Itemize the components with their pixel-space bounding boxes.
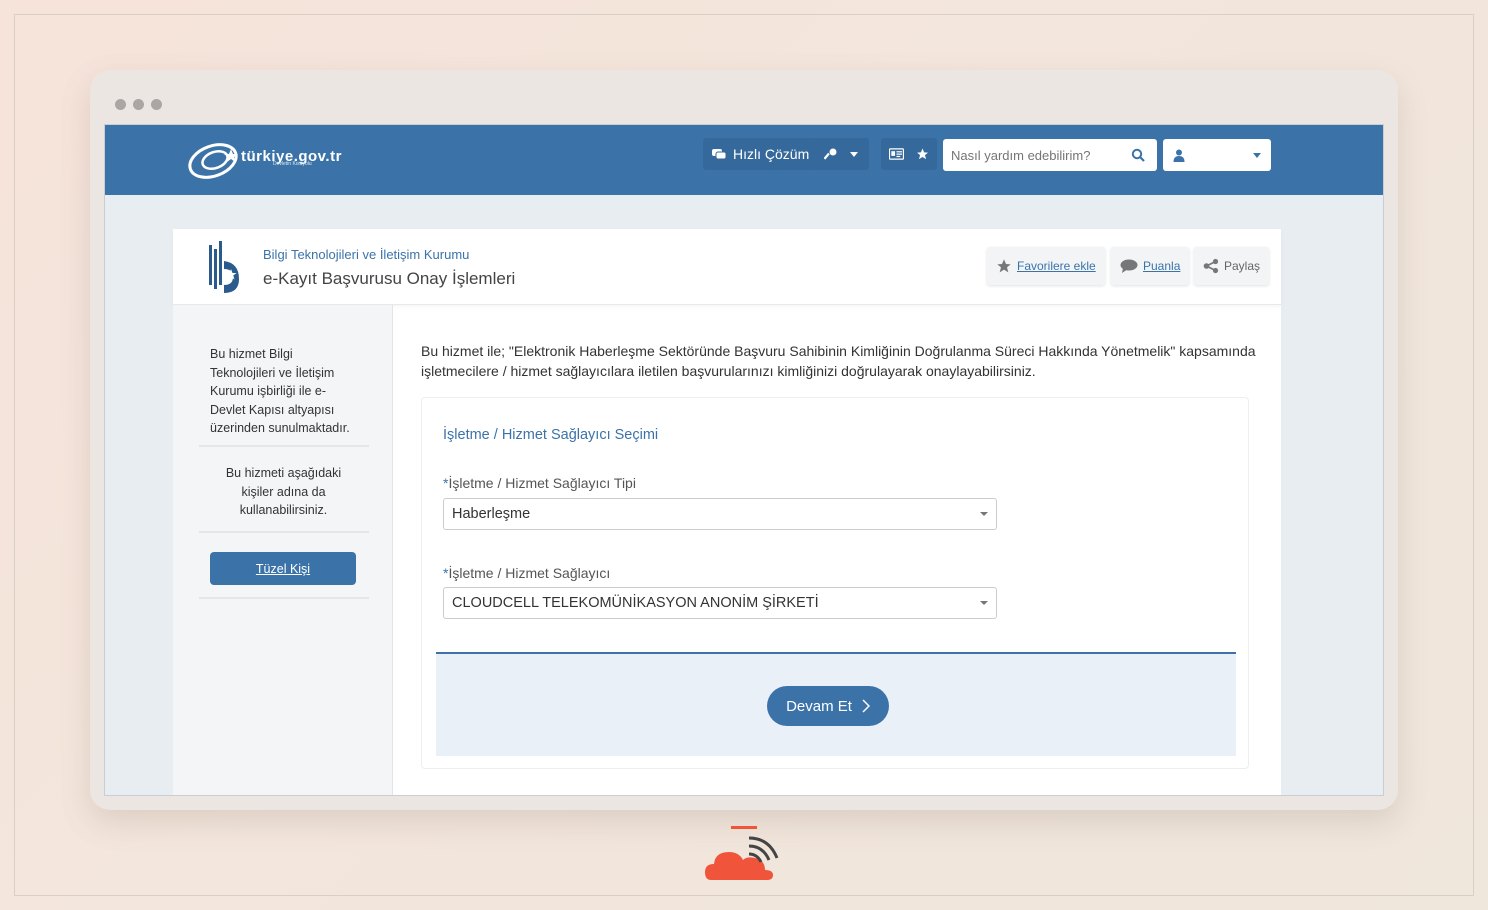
provider-type-value: Haberleşme: [452, 506, 531, 522]
top-navbar: türkiye.gov.tr Devletin Kısayolu Hızlı Ç…: [105, 125, 1383, 195]
share-button[interactable]: Paylaş: [1194, 247, 1270, 285]
add-favorite-label: Favorilere ekle: [1017, 259, 1096, 273]
site-logo[interactable]: türkiye.gov.tr: [185, 135, 342, 183]
provider-type-select[interactable]: Haberleşme: [443, 498, 997, 530]
cloudcell-logo-icon: [705, 826, 779, 880]
provider-select[interactable]: CLOUDCELL TELEKOMÜNİKASYON ANONİM ŞİRKET…: [443, 587, 997, 619]
tools-dropdown-button[interactable]: [813, 138, 869, 170]
provider-type-label: *İşletme / Hizmet Sağlayıcı Tipi: [443, 475, 636, 491]
window-dot-icon[interactable]: [115, 99, 126, 110]
provider-label: *İşletme / Hizmet Sağlayıcı: [443, 565, 610, 581]
chevron-down-icon: [1253, 152, 1261, 158]
browser-window: türkiye.gov.tr Devletin Kısayolu Hızlı Ç…: [90, 70, 1398, 810]
section-title: İşletme / Hizmet Sağlayıcı Seçimi: [443, 427, 659, 443]
user-icon: [1173, 149, 1185, 162]
continue-label: Devam Et: [786, 697, 852, 715]
caret-down-icon: [980, 601, 988, 605]
chat-icon: [712, 149, 727, 160]
user-menu-dropdown[interactable]: [1163, 139, 1271, 171]
rate-button[interactable]: Puanla: [1111, 247, 1190, 285]
comment-icon: [1120, 259, 1138, 273]
star-icon: [997, 259, 1011, 273]
logo-subtitle: Devletin Kısayolu: [273, 161, 312, 167]
provider-value: CLOUDCELL TELEKOMÜNİKASYON ANONİM ŞİRKET…: [452, 595, 819, 611]
id-card-favorites-group: [881, 138, 937, 170]
page-screen: türkiye.gov.tr Devletin Kısayolu Hızlı Ç…: [104, 124, 1384, 796]
service-info-text: Bu hizmet Bilgi Teknolojileri ve İletişi…: [210, 347, 350, 435]
service-header: Bilgi Teknolojileri ve İletişim Kurumu e…: [173, 229, 1281, 305]
window-dot-icon[interactable]: [151, 99, 162, 110]
legal-entity-button[interactable]: Tüzel Kişi: [210, 552, 356, 585]
id-card-icon[interactable]: [889, 148, 904, 160]
service-description: Bu hizmet ile; "Elektronik Haberleşme Se…: [421, 343, 1256, 379]
key-icon: [824, 148, 837, 160]
chevron-down-icon: [850, 151, 858, 157]
form-footer: Devam Et: [436, 652, 1236, 756]
sidebar: Bu hizmet Bilgi Teknolojileri ve İletişi…: [173, 305, 393, 795]
search-icon[interactable]: [1131, 148, 1145, 162]
continue-button[interactable]: Devam Et: [767, 686, 889, 726]
star-icon[interactable]: [916, 147, 929, 161]
rate-label: Puanla: [1143, 259, 1181, 273]
divider: [199, 597, 369, 599]
share-icon: [1203, 258, 1219, 274]
window-controls: [115, 99, 162, 110]
caret-down-icon: [980, 512, 988, 516]
btk-logo-icon: [209, 241, 239, 293]
provider-type-label-text: İşletme / Hizmet Sağlayıcı Tipi: [448, 475, 636, 491]
provider-label-text: İşletme / Hizmet Sağlayıcı: [448, 565, 611, 581]
add-favorite-button[interactable]: Favorilere ekle: [987, 247, 1105, 285]
search-box: [943, 139, 1157, 171]
search-input[interactable]: [951, 147, 1131, 163]
provider-selection-form: İşletme / Hizmet Sağlayıcı Seçimi *İşlet…: [421, 397, 1249, 769]
usage-info-text: Bu hizmeti aşağıdaki kişiler adına da ku…: [225, 466, 342, 517]
window-dot-icon[interactable]: [133, 99, 144, 110]
service-card: Bilgi Teknolojileri ve İletişim Kurumu e…: [173, 229, 1281, 795]
quick-solution-button[interactable]: Hızlı Çözüm: [703, 138, 818, 170]
turkiye-logo-icon: [188, 143, 238, 179]
divider: [199, 531, 369, 533]
divider: [199, 445, 369, 447]
institution-name[interactable]: Bilgi Teknolojileri ve İletişim Kurumu: [263, 247, 469, 262]
main-content: Bu hizmet ile; "Elektronik Haberleşme Se…: [421, 341, 1261, 769]
share-label: Paylaş: [1224, 259, 1261, 273]
quick-solution-label: Hızlı Çözüm: [733, 146, 810, 162]
service-title: e-Kayıt Başvurusu Onay İşlemleri: [263, 269, 516, 288]
chevron-right-icon: [862, 699, 870, 713]
